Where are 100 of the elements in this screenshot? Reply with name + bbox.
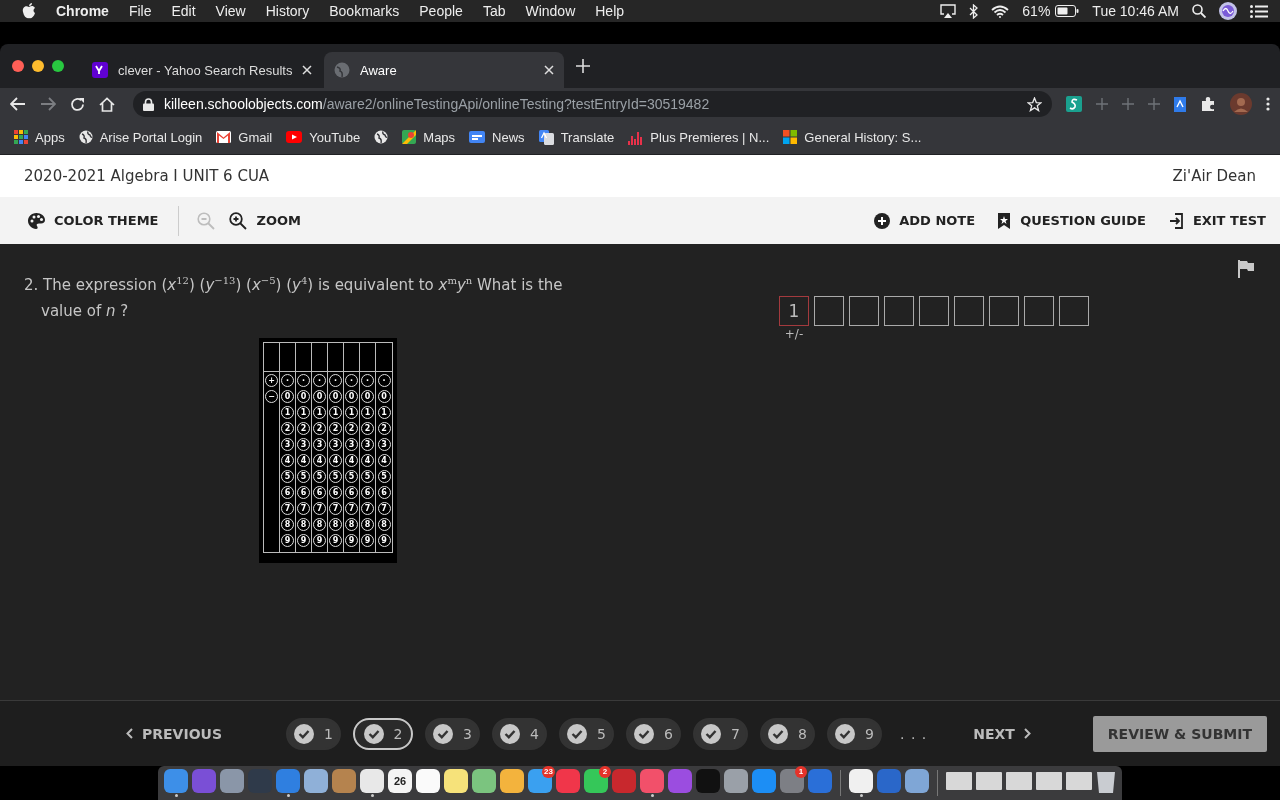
- bookmark[interactable]: Gmail: [216, 129, 273, 145]
- color-theme-button[interactable]: COLOR THEME: [28, 212, 159, 229]
- menu-item[interactable]: People: [419, 3, 463, 19]
- answer-bubble[interactable]: 6: [329, 486, 342, 499]
- question-button[interactable]: 6: [626, 717, 681, 750]
- answer-bubble[interactable]: 8: [377, 518, 391, 531]
- clock[interactable]: Tue 10:46 AM: [1092, 3, 1179, 19]
- answer-bubble[interactable]: 5: [377, 470, 391, 483]
- back-icon[interactable]: [10, 97, 26, 111]
- answer-bubble[interactable]: ·: [345, 374, 358, 387]
- bookmark[interactable]: General History: S...: [783, 129, 922, 145]
- answer-bubble[interactable]: 4: [313, 454, 326, 467]
- window-thumbnail[interactable]: [946, 772, 972, 790]
- app-icon[interactable]: [905, 769, 929, 793]
- review-submit-button[interactable]: REVIEW & SUBMIT: [1092, 715, 1267, 752]
- menu-item[interactable]: Window: [525, 3, 576, 19]
- answer-bubble[interactable]: 1: [377, 406, 391, 419]
- app-icon[interactable]: 26: [388, 769, 412, 793]
- bookmark[interactable]: Plus Premieres | N...: [628, 129, 770, 145]
- answer-bubble[interactable]: 5: [281, 470, 294, 483]
- new-tab-icon[interactable]: [576, 59, 590, 73]
- answer-bubble[interactable]: 4: [345, 454, 358, 467]
- answer-box[interactable]: 1: [779, 296, 809, 326]
- answer-bubble[interactable]: 8: [345, 518, 358, 531]
- answer-bubble[interactable]: 4: [377, 454, 391, 467]
- answer-bubble[interactable]: 8: [361, 518, 374, 531]
- answer-bubble[interactable]: 7: [345, 502, 358, 515]
- answer-bubble[interactable]: 3: [361, 438, 374, 451]
- window-thumbnail[interactable]: [1066, 772, 1092, 790]
- menu-item[interactable]: Tab: [482, 3, 506, 19]
- toolbar-button[interactable]: EXIT TEST: [1167, 212, 1266, 229]
- answer-bubble[interactable]: 8: [281, 518, 294, 531]
- browser-tab[interactable]: Aware: [324, 52, 564, 88]
- answer-bubble[interactable]: 5: [361, 470, 374, 483]
- answer-bubble[interactable]: 0: [313, 390, 326, 403]
- answer-bubble[interactable]: ·: [361, 374, 374, 387]
- wifi-icon[interactable]: [991, 4, 1010, 18]
- more-menu-icon[interactable]: [1266, 97, 1270, 111]
- answer-bubble[interactable]: 8: [313, 518, 326, 531]
- question-button[interactable]: 4: [492, 717, 547, 750]
- answer-bubble[interactable]: 6: [297, 486, 310, 499]
- answer-box[interactable]: [884, 296, 914, 326]
- answer-bubble[interactable]: ·: [281, 374, 294, 387]
- list-icon[interactable]: [1250, 4, 1268, 18]
- answer-bubble[interactable]: 7: [281, 502, 294, 515]
- answer-bubble[interactable]: 4: [361, 454, 374, 467]
- app-icon[interactable]: [849, 769, 873, 793]
- answer-bubble[interactable]: 1: [313, 406, 326, 419]
- star-icon[interactable]: [1027, 96, 1042, 112]
- question-button[interactable]: 3: [425, 717, 480, 750]
- answer-bubble[interactable]: 9: [313, 534, 326, 547]
- window-thumbnail[interactable]: [1036, 772, 1062, 790]
- answer-bubble[interactable]: 1: [329, 406, 342, 419]
- menu-item[interactable]: File: [128, 3, 152, 19]
- reload-icon[interactable]: [70, 96, 85, 112]
- siri-icon[interactable]: [1219, 2, 1237, 20]
- answer-bubble[interactable]: −: [265, 390, 278, 403]
- previous-button[interactable]: PREVIOUS: [126, 721, 222, 746]
- answer-bubble[interactable]: 6: [281, 486, 294, 499]
- answer-bubble[interactable]: 3: [377, 438, 391, 451]
- flag-icon[interactable]: [1238, 260, 1254, 278]
- answer-bubble[interactable]: 3: [297, 438, 310, 451]
- close-icon[interactable]: [544, 65, 554, 75]
- answer-bubble[interactable]: 7: [361, 502, 374, 515]
- answer-bubble[interactable]: 2: [377, 422, 391, 435]
- app-menu[interactable]: Chrome: [56, 3, 109, 19]
- window-close-button[interactable]: [12, 60, 24, 72]
- bookmark[interactable]: Translate: [538, 129, 615, 145]
- answer-bubble[interactable]: 6: [345, 486, 358, 499]
- answer-bubble[interactable]: 0: [377, 390, 391, 403]
- toolbar-button[interactable]: QUESTION GUIDE: [997, 212, 1146, 229]
- question-button[interactable]: 5: [559, 717, 614, 750]
- answer-bubble[interactable]: 0: [297, 390, 310, 403]
- window-thumbnail[interactable]: [1006, 772, 1032, 790]
- app-icon[interactable]: 2: [584, 769, 608, 793]
- bookmark[interactable]: News: [469, 129, 525, 145]
- answer-bubble[interactable]: 5: [345, 470, 358, 483]
- answer-bubble[interactable]: 3: [313, 438, 326, 451]
- answer-bubble[interactable]: 0: [345, 390, 358, 403]
- answer-bubble[interactable]: 6: [313, 486, 326, 499]
- menu-item[interactable]: Help: [595, 3, 625, 19]
- home-icon[interactable]: [99, 96, 115, 112]
- address-bar[interactable]: killeen.schoolobjects.com/aware2/onlineTestingApi/onlineTesting?testEntryId=30519482: [133, 91, 1052, 117]
- search-icon[interactable]: [1192, 4, 1206, 18]
- answer-bubble[interactable]: 2: [281, 422, 294, 435]
- answer-bubble[interactable]: 6: [361, 486, 374, 499]
- answer-bubble[interactable]: 4: [297, 454, 310, 467]
- answer-bubble[interactable]: 1: [345, 406, 358, 419]
- window-minimize-button[interactable]: [32, 60, 44, 72]
- menu-item[interactable]: Bookmarks: [329, 3, 400, 19]
- answer-bubble[interactable]: 2: [361, 422, 374, 435]
- bluetooth-icon[interactable]: [969, 3, 979, 19]
- answer-bubble[interactable]: 1: [281, 406, 294, 419]
- answer-box[interactable]: [919, 296, 949, 326]
- answer-bubble[interactable]: 9: [345, 534, 358, 547]
- answer-bubble[interactable]: 9: [297, 534, 310, 547]
- puzzle-icon[interactable]: [1200, 96, 1216, 112]
- answer-box[interactable]: [814, 296, 844, 326]
- answer-bubble[interactable]: 0: [281, 390, 294, 403]
- app-icon[interactable]: [472, 769, 496, 793]
